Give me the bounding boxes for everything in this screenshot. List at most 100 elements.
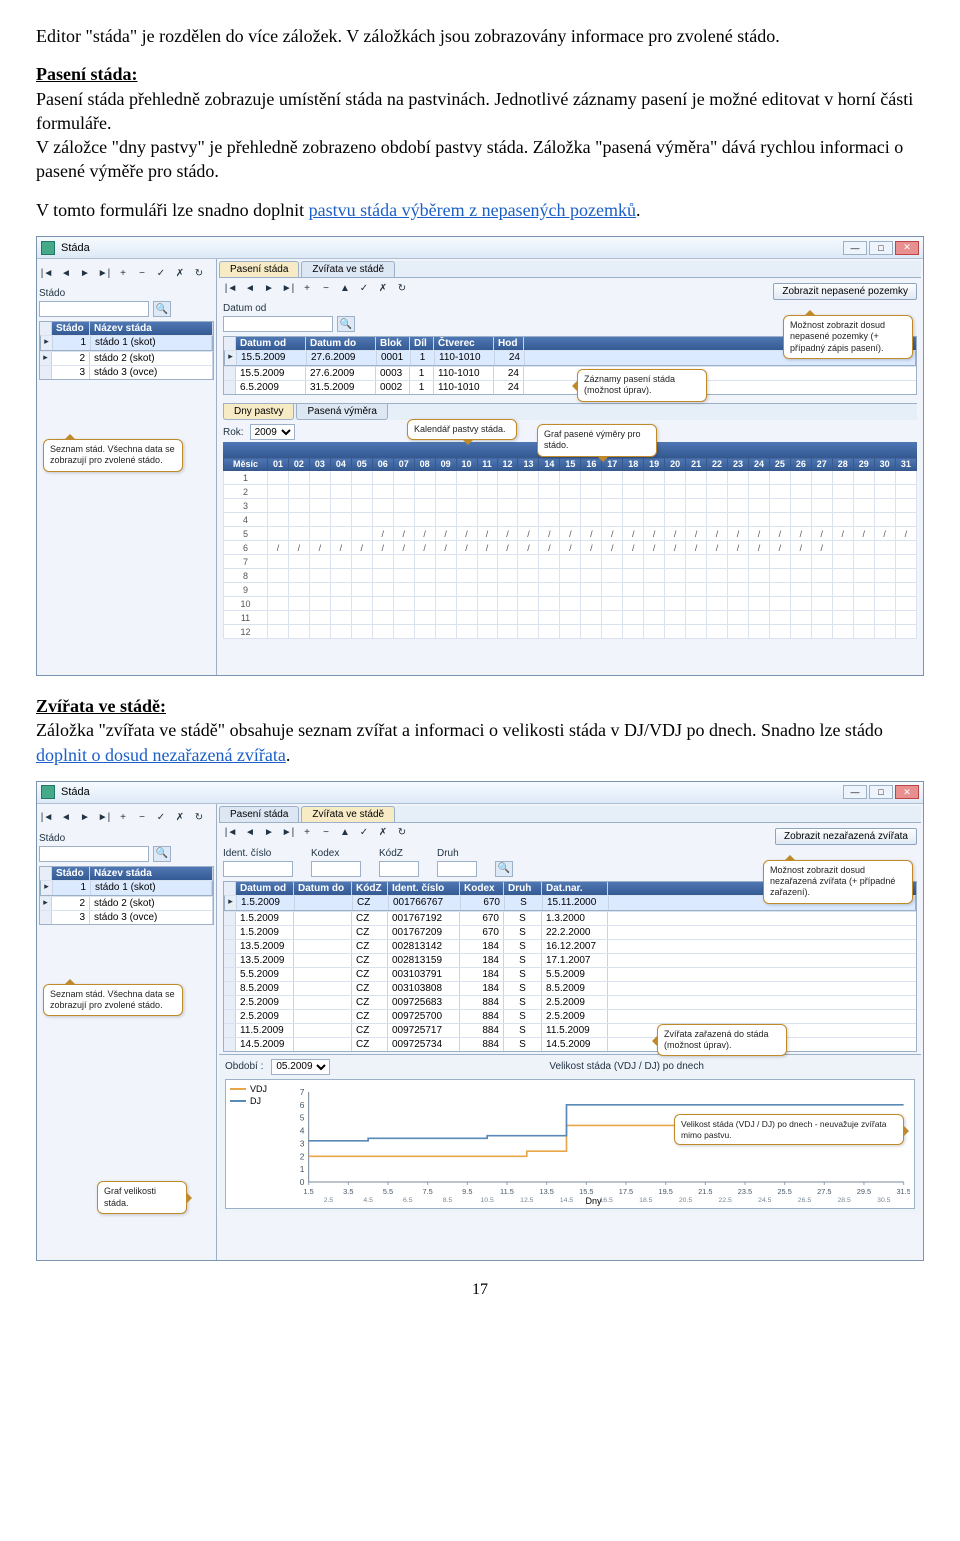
nav-next-icon[interactable]: ► (261, 280, 277, 296)
nav-last-icon[interactable]: ►| (96, 265, 112, 281)
herd-col-stado[interactable]: Stádo (52, 322, 90, 335)
nav-prev-icon[interactable]: ◄ (58, 265, 74, 281)
nav-ok-icon[interactable]: ✓ (356, 280, 372, 296)
zv-col-do[interactable]: Datum do (294, 882, 352, 895)
tab-zvirata[interactable]: Zvířata ve stádě (301, 261, 395, 277)
table-row[interactable]: 8.5.2009CZ003103808184S8.5.2009 (224, 981, 916, 995)
nav-del-icon[interactable]: − (134, 265, 150, 281)
tab-paseni[interactable]: Pasení stáda (219, 806, 299, 822)
nav-add-icon[interactable]: + (115, 265, 131, 281)
herd-col-nazev[interactable]: Název stáda (90, 322, 213, 335)
nav-next-icon[interactable]: ► (261, 825, 277, 841)
pas-col-ctv[interactable]: Čtverec (434, 337, 494, 350)
nav-cancel-icon[interactable]: ✗ (375, 280, 391, 296)
nav-cancel-icon[interactable]: ✗ (375, 825, 391, 841)
table-row[interactable]: 15.5.200927.6.200900031110-101024 (224, 366, 916, 380)
zv-col-datnar[interactable]: Dat.nar. (542, 882, 608, 895)
table-row[interactable]: ▸ 2 stádo 2 (skot) (40, 351, 213, 365)
pas-col-hod[interactable]: Hod (494, 337, 524, 350)
zv-col-kodex[interactable]: Kodex (460, 882, 504, 895)
nav-add-icon[interactable]: + (115, 810, 131, 826)
window-minimize-button[interactable]: — (843, 241, 867, 255)
nav-refresh-icon[interactable]: ↻ (394, 280, 410, 296)
zv-col-druh[interactable]: Druh (504, 882, 542, 895)
nav-last-icon[interactable]: ►| (96, 810, 112, 826)
herd-grid[interactable]: Stádo Název stáda ▸ 1 stádo 1 (skot) ▸ 2… (39, 321, 214, 380)
nav-add-icon[interactable]: + (299, 825, 315, 841)
nav-ok-icon[interactable]: ✓ (153, 810, 169, 826)
table-row[interactable]: 13.5.2009CZ002813159184S17.1.2007 (224, 953, 916, 967)
table-row[interactable]: ▸ 1 stádo 1 (skot) (40, 335, 213, 351)
zv-col-od[interactable]: Datum od (236, 882, 294, 895)
nav-add-icon[interactable]: + (299, 280, 315, 296)
window-maximize-button[interactable]: □ (869, 241, 893, 255)
nav-first-icon[interactable]: |◄ (39, 265, 55, 281)
nav-cancel-icon[interactable]: ✗ (172, 810, 188, 826)
pas-col-do[interactable]: Datum do (306, 337, 376, 350)
zvirata-grid[interactable]: Datum od Datum do KódZ Ident. číslo Kode… (223, 881, 917, 1052)
nav-last-icon[interactable]: ►| (280, 280, 296, 296)
nav-prev-icon[interactable]: ◄ (242, 825, 258, 841)
table-row[interactable]: ▸1stádo 1 (skot) (40, 880, 213, 896)
table-row[interactable]: 11.5.2009CZ009725717884S11.5.2009 (224, 1023, 916, 1037)
table-row[interactable]: 5.5.2009CZ003103791184S5.5.2009 (224, 967, 916, 981)
nav-del-icon[interactable]: − (318, 825, 334, 841)
link-nezarazena-zvirata[interactable]: doplnit o dosud nezařazená zvířata (36, 745, 286, 765)
link-nepasene-pozemky[interactable]: pastvu stáda výběrem z nepasených pozemk… (309, 200, 636, 220)
zobrazit-nezarazena-button[interactable]: Zobrazit nezařazená zvířata (775, 828, 917, 845)
zv-col-ident[interactable]: Ident. číslo (388, 882, 460, 895)
nav-first-icon[interactable]: |◄ (39, 810, 55, 826)
nav-del-icon[interactable]: − (318, 280, 334, 296)
nav-prev-icon[interactable]: ◄ (58, 810, 74, 826)
window-minimize-button[interactable]: — (843, 785, 867, 799)
table-row[interactable]: 2.5.2009CZ009725683884S2.5.2009 (224, 995, 916, 1009)
pas-col-od[interactable]: Datum od (236, 337, 306, 350)
window-close-button[interactable]: ✕ (895, 785, 919, 799)
pas-col-dil[interactable]: Díl (410, 337, 434, 350)
nav-edit-icon[interactable]: ▲ (337, 825, 353, 841)
nav-edit-icon[interactable]: ▲ (337, 280, 353, 296)
nav-last-icon[interactable]: ►| (280, 825, 296, 841)
table-row[interactable]: 14.5.2009CZ009725734884S14.5.2009 (224, 1037, 916, 1051)
datum-od-input[interactable] (223, 316, 333, 332)
nav-del-icon[interactable]: − (134, 810, 150, 826)
ident-input[interactable] (223, 861, 293, 877)
nav-first-icon[interactable]: |◄ (223, 825, 239, 841)
nav-prev-icon[interactable]: ◄ (242, 280, 258, 296)
nav-cancel-icon[interactable]: ✗ (172, 265, 188, 281)
binoculars-icon[interactable]: 🔍 (337, 316, 355, 332)
table-row[interactable]: 3 stádo 3 (ovce) (40, 365, 213, 379)
nav-refresh-icon[interactable]: ↻ (191, 265, 207, 281)
tab-zvirata[interactable]: Zvířata ve stádě (301, 806, 395, 822)
nav-first-icon[interactable]: |◄ (223, 280, 239, 296)
nav-next-icon[interactable]: ► (77, 810, 93, 826)
zobrazit-nepasene-button[interactable]: Zobrazit nepasené pozemky (773, 283, 917, 300)
binoculars-icon[interactable]: 🔍 (153, 846, 171, 862)
nav-ok-icon[interactable]: ✓ (153, 265, 169, 281)
pas-col-blok[interactable]: Blok (376, 337, 410, 350)
table-row[interactable]: 2.5.2009CZ009725700884S2.5.2009 (224, 1009, 916, 1023)
herd-search-input[interactable] (39, 846, 149, 862)
table-row[interactable]: 1.5.2009CZ001767209670S22.2.2000 (224, 925, 916, 939)
subtab-pasena-vymera[interactable]: Pasená výměra (296, 404, 387, 420)
nav-refresh-icon[interactable]: ↻ (191, 810, 207, 826)
nav-ok-icon[interactable]: ✓ (356, 825, 372, 841)
obdobi-select[interactable]: 05.2009 (271, 1059, 330, 1075)
herd-grid[interactable]: Stádo Název stáda ▸1stádo 1 (skot) ▸2stá… (39, 866, 214, 925)
nav-next-icon[interactable]: ► (77, 265, 93, 281)
zv-col-kodz[interactable]: KódZ (352, 882, 388, 895)
window-close-button[interactable]: ✕ (895, 241, 919, 255)
table-row[interactable]: 1.5.2009CZ001767192670S1.3.2000 (224, 911, 916, 925)
subtab-dny-pastvy[interactable]: Dny pastvy (223, 404, 294, 420)
kodex-input[interactable] (311, 861, 361, 877)
herd-search-input[interactable] (39, 301, 149, 317)
tab-paseni[interactable]: Pasení stáda (219, 261, 299, 277)
binoculars-icon[interactable]: 🔍 (153, 301, 171, 317)
rok-select[interactable]: 2009 (250, 424, 295, 440)
table-row[interactable]: 13.5.2009CZ002813142184S16.12.2007 (224, 939, 916, 953)
window-maximize-button[interactable]: □ (869, 785, 893, 799)
nav-refresh-icon[interactable]: ↻ (394, 825, 410, 841)
table-row[interactable]: ▸2stádo 2 (skot) (40, 896, 213, 910)
druh-input[interactable] (437, 861, 477, 877)
table-row[interactable]: 3stádo 3 (ovce) (40, 910, 213, 924)
